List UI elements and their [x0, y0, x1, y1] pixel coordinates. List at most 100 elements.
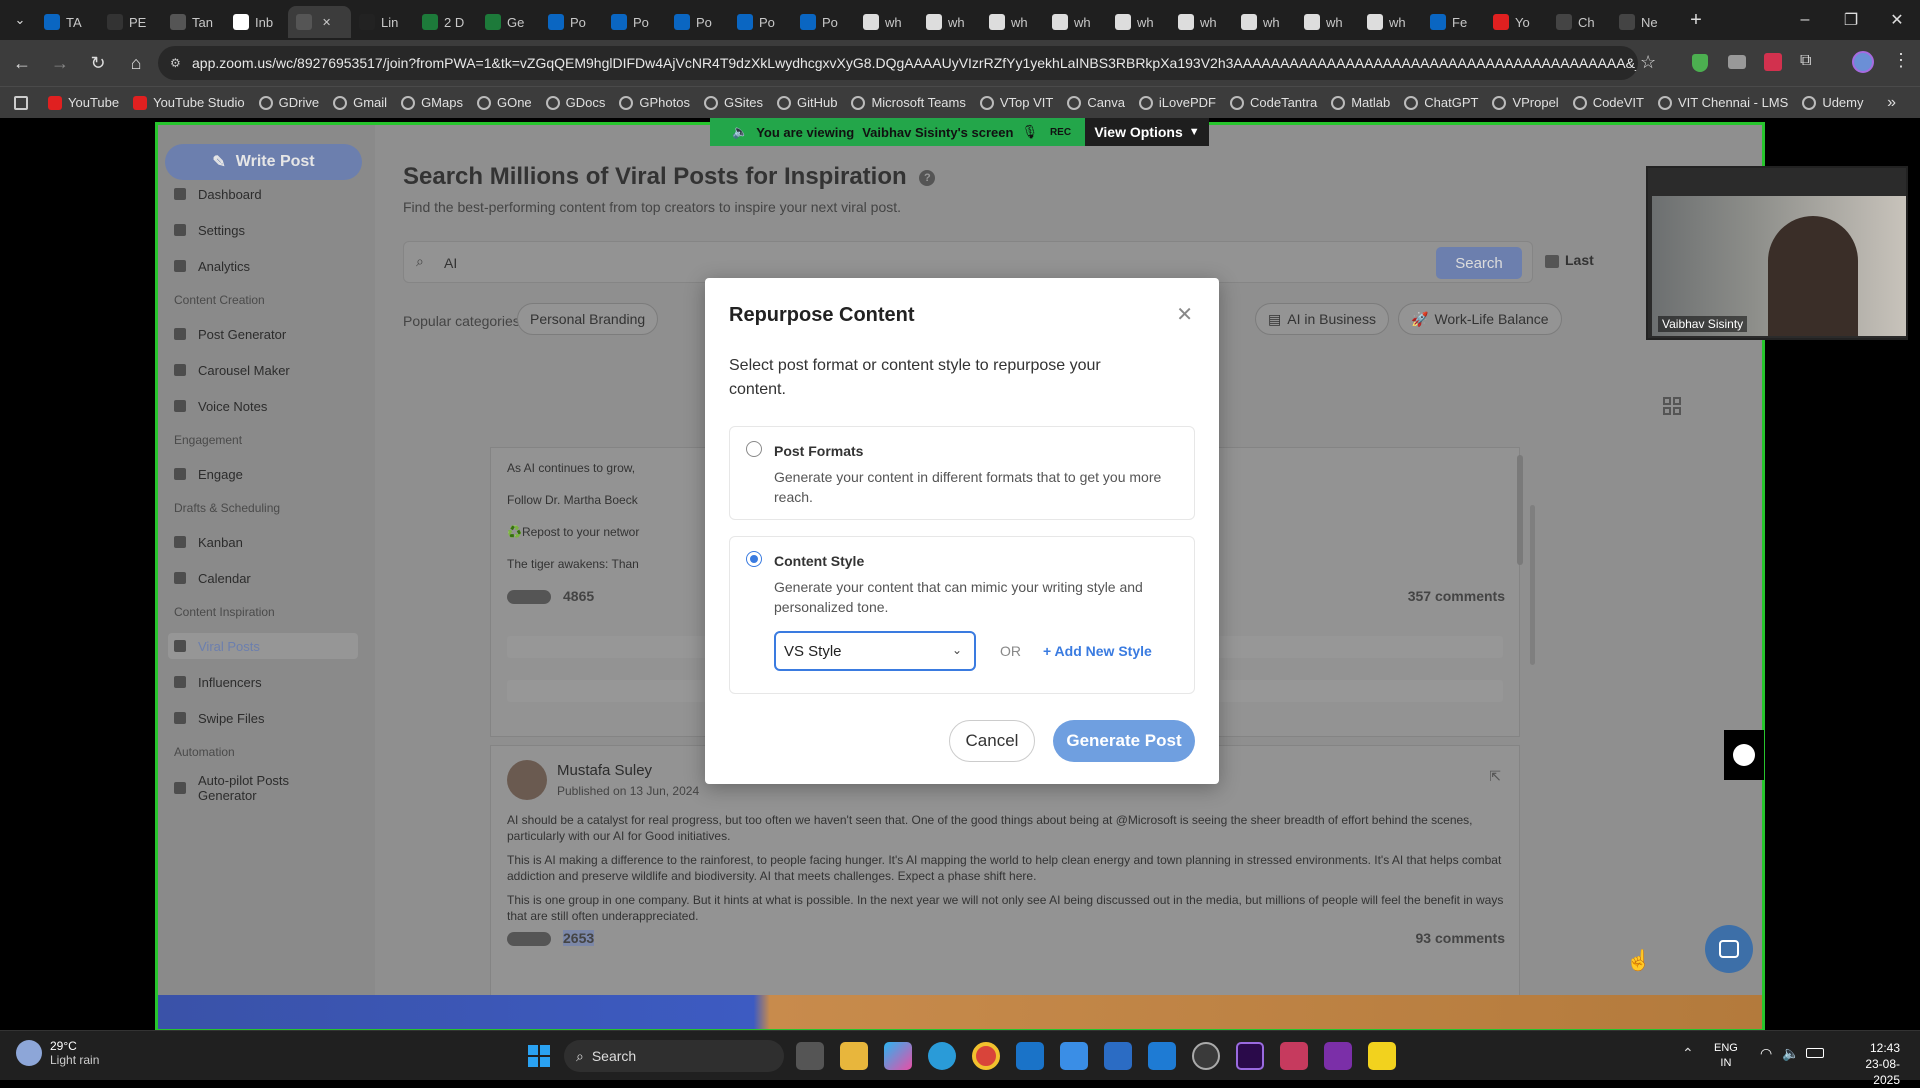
bookmark-item[interactable]: GMaps [401, 95, 463, 110]
sidebar-item[interactable]: Auto-pilot Posts Generator [174, 773, 354, 803]
extension-pocket-icon[interactable] [1764, 53, 1782, 71]
obs-icon[interactable] [1192, 1042, 1220, 1070]
bookmark-item[interactable]: GDocs [545, 95, 605, 110]
bookmark-item[interactable]: GPhotos [619, 95, 690, 110]
browser-tab[interactable]: Ch [1548, 6, 1611, 38]
more-bookmarks-icon[interactable]: » [1887, 94, 1896, 112]
site-info-icon[interactable]: ⚙ [170, 56, 181, 70]
sidebar-item[interactable]: Carousel Maker [174, 357, 354, 383]
minimize-icon[interactable]: – [1782, 0, 1828, 40]
reload-icon[interactable]: ↻ [82, 47, 114, 79]
option-post-formats[interactable]: Post Formats Generate your content in di… [729, 426, 1195, 520]
taskbar-search[interactable]: ⌕ Search [564, 1040, 784, 1072]
sidebar-item[interactable]: Calendar [174, 565, 354, 591]
sidebar-item[interactable]: Voice Notes [174, 393, 354, 419]
browser-tab[interactable]: Ge [477, 6, 540, 38]
bookmark-item[interactable]: GitHub [777, 95, 837, 110]
browser-tab[interactable]: wh [855, 6, 918, 38]
radio-content-style[interactable] [746, 551, 762, 567]
browser-tab[interactable]: wh [1107, 6, 1170, 38]
bookmark-item[interactable]: YouTube Studio [133, 95, 245, 110]
bookmark-star-icon[interactable]: ☆ [1640, 52, 1656, 73]
help-icon[interactable]: ? [919, 169, 936, 186]
premiere-icon[interactable] [1236, 1042, 1264, 1070]
browser-tab[interactable]: Po [729, 6, 792, 38]
browser-tab[interactable]: Fe [1422, 6, 1485, 38]
sidebar-item[interactable]: Post Generator [174, 321, 354, 347]
bookmark-item[interactable]: ChatGPT [1404, 95, 1478, 110]
volume-icon[interactable]: 🔈 [1782, 1045, 1799, 1062]
snipping-icon[interactable] [1280, 1042, 1308, 1070]
weather-widget[interactable]: 29°C Light rain [16, 1039, 99, 1067]
close-tab-icon[interactable]: ✕ [322, 16, 331, 29]
browser-tab[interactable]: wh [1170, 6, 1233, 38]
bookmark-item[interactable]: VIT Chennai - LMS [1658, 95, 1788, 110]
bookmark-item[interactable]: Canva [1067, 95, 1125, 110]
show-hidden-icons[interactable]: ⌃ [1682, 1045, 1694, 1062]
bookmark-item[interactable]: GDrive [258, 95, 319, 110]
browser-tab[interactable]: TA [36, 6, 99, 38]
bookmark-item[interactable]: CodeVIT [1572, 95, 1644, 110]
new-tab-icon[interactable]: + [1680, 4, 1712, 36]
forward-icon[interactable]: → [44, 47, 76, 79]
option-content-style[interactable]: Content Style Generate your content that… [729, 536, 1195, 694]
bookmark-item[interactable]: Udemy [1802, 95, 1864, 110]
bookmark-item[interactable]: GSites [703, 95, 763, 110]
generate-post-button[interactable]: Generate Post [1053, 720, 1195, 762]
grid-view-icon[interactable] [1663, 397, 1681, 415]
browser-tab[interactable]: 2 D [414, 6, 477, 38]
sidebar-item[interactable]: Engage [174, 461, 354, 487]
category-personal-branding[interactable]: Personal Branding [517, 303, 659, 335]
bookmark-item[interactable]: Microsoft Teams [851, 95, 966, 110]
style-select[interactable]: VS Style ⌄ [774, 631, 976, 671]
browser-menu-icon[interactable]: ⋮ [1892, 50, 1910, 71]
app-icon[interactable] [1104, 1042, 1132, 1070]
zoom-reactions-button[interactable] [1724, 730, 1764, 780]
address-bar[interactable]: ⚙ app.zoom.us/wc/89276953517/join?fromPW… [158, 46, 1638, 80]
store-icon[interactable] [1060, 1042, 1088, 1070]
chat-widget-button[interactable] [1705, 925, 1753, 973]
browser-tab[interactable]: Tan [162, 6, 225, 38]
battery-icon[interactable] [1806, 1048, 1824, 1058]
browser-tab[interactable]: wh [1359, 6, 1422, 38]
add-new-style-link[interactable]: + Add New Style [1043, 643, 1152, 659]
sidebar-item[interactable]: Kanban [174, 529, 354, 555]
participant-video-tile[interactable]: Vaibhav Sisinty [1646, 166, 1908, 340]
browser-tab[interactable]: Po [666, 6, 729, 38]
home-icon[interactable]: ⌂ [120, 47, 152, 79]
sidebar-item[interactable]: Analytics [174, 253, 354, 279]
chrome-icon[interactable] [972, 1042, 1000, 1070]
category-ai-in-business[interactable]: ▤ AI in Business [1255, 303, 1389, 335]
sidebar-item[interactable]: Dashboard [174, 181, 354, 207]
scrollbar-secondary[interactable] [1530, 505, 1535, 665]
tab-search-icon[interactable]: ⌄ [4, 4, 36, 36]
start-button[interactable] [528, 1045, 550, 1067]
browser-tab[interactable]: Inb [225, 6, 288, 38]
close-icon[interactable]: ✕ [1176, 302, 1193, 327]
bookmark-item[interactable]: VTop VIT [979, 95, 1053, 110]
extension-shield-icon[interactable] [1692, 54, 1708, 72]
browser-tab[interactable]: Po [603, 6, 666, 38]
bookmark-item[interactable]: iLovePDF [1138, 95, 1216, 110]
close-window-icon[interactable]: ✕ [1874, 0, 1920, 40]
browser-tab[interactable]: Yo [1485, 6, 1548, 38]
bookmark-item[interactable]: VPropel [1492, 95, 1559, 110]
browser-tab[interactable]: wh [1296, 6, 1359, 38]
sidebar-item[interactable]: Settings [174, 217, 354, 243]
outlook-icon[interactable] [1016, 1042, 1044, 1070]
sticky-notes-icon[interactable] [1368, 1042, 1396, 1070]
bookmark-item[interactable]: GOne [476, 95, 532, 110]
bookmark-item[interactable]: CodeTantra [1230, 95, 1317, 110]
language-indicator[interactable]: ENG IN [1714, 1041, 1738, 1071]
date-filter[interactable]: Last [1545, 252, 1594, 268]
restore-icon[interactable]: ❐ [1828, 0, 1874, 40]
bookmark-item[interactable]: YouTube [48, 95, 119, 110]
back-icon[interactable]: ← [6, 47, 38, 79]
browser-tab[interactable]: ✕ [288, 6, 351, 38]
browser-tab[interactable]: Po [540, 6, 603, 38]
wifi-icon[interactable]: ◠ [1760, 1045, 1772, 1062]
sidebar-item[interactable]: Swipe Files [174, 705, 354, 731]
view-options-button[interactable]: View Options ▼ [1085, 118, 1209, 146]
sidebar-item[interactable]: Viral Posts [168, 633, 358, 659]
sidebar-item[interactable]: Influencers [174, 669, 354, 695]
